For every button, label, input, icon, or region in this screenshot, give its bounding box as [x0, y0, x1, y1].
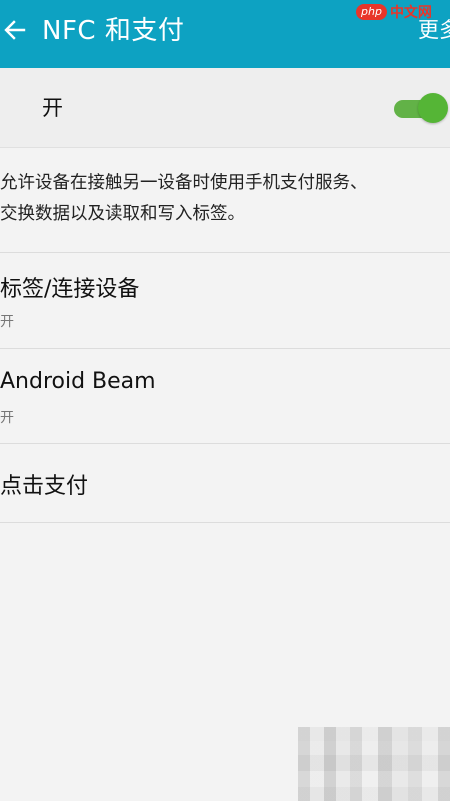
item-status: 开: [0, 314, 14, 330]
site-watermark: php 中文网: [354, 0, 450, 24]
description-line-2: 交换数据以及读取和写入标签。: [0, 204, 245, 224]
list-item-android-beam[interactable]: Android Beam 开: [0, 349, 450, 444]
page-title: NFC 和支付: [42, 16, 185, 46]
nfc-master-switch-row[interactable]: 开: [0, 68, 450, 148]
watermark-badge: php: [356, 4, 387, 20]
back-arrow-icon: [4, 20, 26, 44]
list-item-tags-connected-devices[interactable]: 标签/连接设备 开: [0, 253, 450, 348]
item-title: 标签/连接设备: [0, 277, 140, 302]
app-bar: NFC 和支付 更多 php 中文网: [0, 0, 450, 68]
item-title: Android Beam: [0, 369, 156, 394]
blurred-region: [298, 727, 450, 801]
description-line-1: 允许设备在接触另一设备时使用手机支付服务、: [0, 173, 368, 193]
back-button[interactable]: [0, 10, 30, 54]
divider: [0, 522, 450, 523]
watermark-text: 中文网: [389, 5, 432, 21]
switch-label: 开: [42, 96, 63, 120]
toggle-thumb: [418, 93, 448, 123]
list-item-tap-and-pay[interactable]: 点击支付: [0, 444, 450, 522]
nfc-description: 允许设备在接触另一设备时使用手机支付服务、 交换数据以及读取和写入标签。: [0, 168, 450, 230]
nfc-toggle-switch[interactable]: [394, 92, 448, 124]
item-title: 点击支付: [0, 474, 89, 499]
item-status: 开: [0, 410, 14, 426]
